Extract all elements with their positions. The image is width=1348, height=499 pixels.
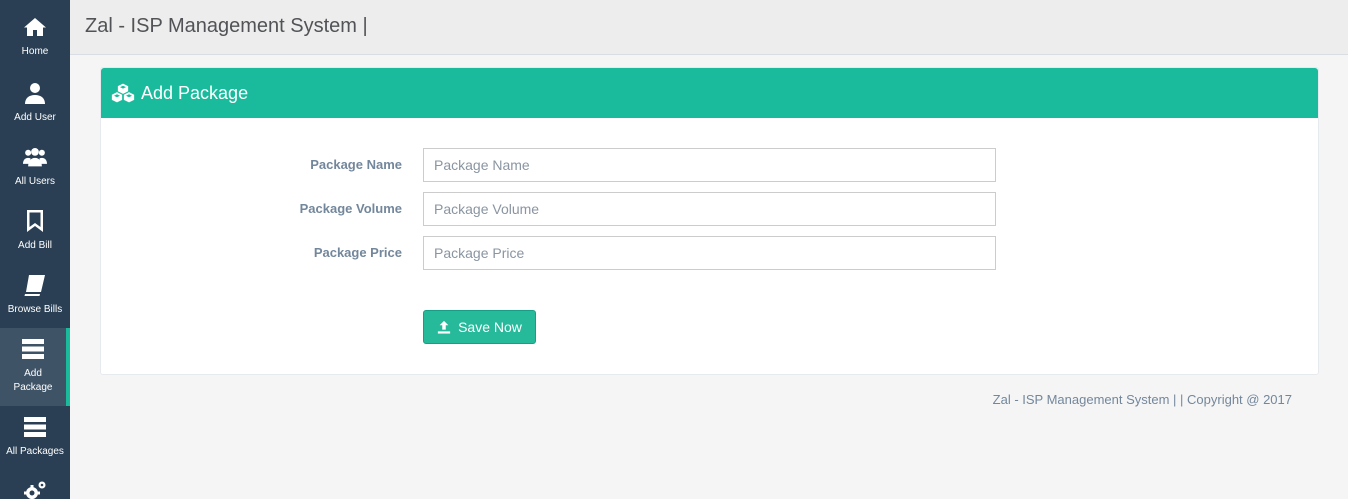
footer-copyright: Zal - ISP Management System | | Copyrigh…: [992, 392, 1292, 407]
package-name-label: Package Name: [310, 157, 402, 172]
sidebar-item-label: Add User: [14, 112, 56, 123]
users-icon: [22, 144, 48, 170]
sidebar-item-label: Browse Bills: [7, 304, 63, 315]
book-icon: [22, 272, 48, 298]
sidebar-item-all-users[interactable]: All Users: [0, 144, 70, 189]
save-now-button[interactable]: Save Now: [423, 310, 536, 344]
home-icon: [22, 14, 48, 40]
gears-icon: [22, 478, 48, 499]
sidebar-item-label: All Users: [14, 176, 55, 187]
sidebar-item-label: Add Package: [13, 368, 53, 393]
server-icon: [22, 414, 48, 440]
panel-title: Add Package: [141, 82, 249, 103]
package-volume-input[interactable]: [423, 192, 996, 226]
sidebar-item-label: Home: [21, 46, 49, 57]
top-nav-bar: Zal - ISP Management System |: [70, 0, 1348, 55]
panel-header: Add Package: [101, 68, 1318, 118]
package-name-input[interactable]: [423, 148, 996, 182]
sidebar-item-label: All Packages: [6, 446, 64, 457]
sidebar-item-add-bill[interactable]: Add Bill: [0, 208, 70, 253]
form-row-package-price: Package Price: [101, 236, 1318, 270]
sidebar-item-home[interactable]: Home: [0, 14, 70, 59]
bookmark-icon: [22, 208, 48, 234]
upload-icon: [437, 320, 451, 334]
sidebar-item-add-user[interactable]: Add User: [0, 80, 70, 125]
server-icon: [20, 336, 46, 362]
sidebar: Home Add User All Users Add Bill Browse …: [0, 0, 70, 499]
sidebar-item-add-package[interactable]: Add Package: [0, 328, 70, 406]
package-price-input[interactable]: [423, 236, 996, 270]
sidebar-item-label: Add Bill: [18, 240, 52, 251]
app-title: Zal - ISP Management System |: [85, 15, 368, 37]
user-icon: [22, 80, 48, 106]
save-now-label: Save Now: [458, 319, 522, 335]
package-price-label: Package Price: [313, 245, 402, 260]
sidebar-item-browse-bills[interactable]: Browse Bills: [0, 272, 70, 317]
form-row-package-volume: Package Volume: [101, 192, 1318, 226]
package-volume-label: Package Volume: [299, 201, 402, 216]
sidebar-item-settings[interactable]: [0, 478, 70, 499]
sidebar-item-all-packages[interactable]: All Packages: [0, 414, 70, 459]
add-package-panel: Add Package Package Name Package Volume …: [100, 67, 1319, 375]
form-row-package-name: Package Name: [101, 148, 1318, 182]
cubes-icon: [111, 83, 135, 103]
